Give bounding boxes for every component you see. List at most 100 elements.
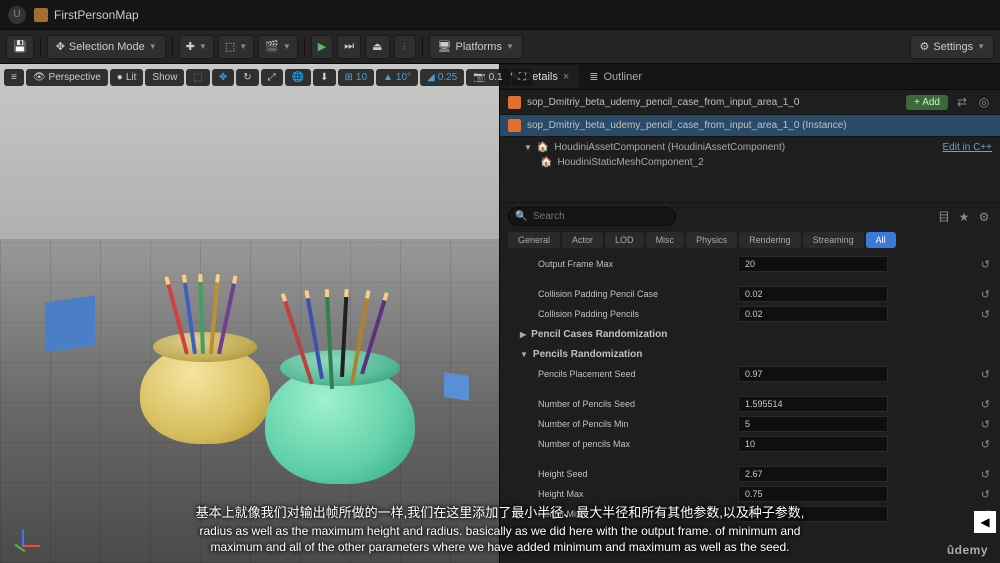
details-panel: ✎ Details × ≣ Outliner sop_Dmitriy_beta_… <box>500 64 1000 563</box>
browse-icon[interactable]: ⇄ <box>954 94 970 110</box>
ue-logo-icon: U <box>8 6 26 24</box>
video-control-icon[interactable]: ◀ <box>974 511 996 533</box>
search-input[interactable] <box>508 207 676 226</box>
chevron-down-icon: ▼ <box>977 42 985 51</box>
filter-physics[interactable]: Physics <box>686 232 737 248</box>
udemy-logo: ûdemy <box>947 543 988 557</box>
filter-lod[interactable]: LOD <box>605 232 644 248</box>
move-tool[interactable]: ✥ <box>212 69 234 86</box>
settings-gear-icon[interactable]: ⚙ <box>976 209 992 225</box>
prop-pencils-placement-seed: Pencils Placement Seed ↺ <box>508 364 996 384</box>
reset-icon[interactable]: ↺ <box>981 418 990 431</box>
search-row: 🔍 目 ★ ⚙ <box>500 203 1000 230</box>
search-icon: 🔍 <box>515 211 527 222</box>
viewport-maximize-button[interactable]: ⛶ <box>512 69 533 86</box>
num-pencils-min-input[interactable] <box>738 416 888 432</box>
chevron-down-icon: ▼ <box>149 42 157 51</box>
selection-mode-button[interactable]: ✥ Selection Mode ▼ <box>47 35 166 59</box>
reset-icon[interactable]: ↺ <box>981 288 990 301</box>
stop-button[interactable]: ⏏ <box>365 35 389 59</box>
reset-icon[interactable]: ↺ <box>981 308 990 321</box>
expand-icon[interactable]: ▼ <box>520 350 528 359</box>
category-pencil-cases[interactable]: ▶Pencil Cases Randomization <box>508 324 996 344</box>
num-pencils-max-input[interactable] <box>738 436 888 452</box>
pencils-placement-seed-input[interactable] <box>738 366 888 382</box>
scene-vase-green <box>265 364 415 484</box>
main-toolbar: 💾 ✥ Selection Mode ▼ ✚▼ ⬚▼ 🎬▼ ▶ ⏭ ⏏ ⋮ 🖥 … <box>0 30 1000 64</box>
subtitle-cn: 基本上就像我们对输出帧所做的一样,我们在这里添加了最小半径、最大半径和所有其他参… <box>60 502 940 521</box>
viewport-menu-button[interactable]: ≡ <box>4 69 24 86</box>
filter-streaming[interactable]: Streaming <box>803 232 864 248</box>
marketplace-button[interactable]: ⬚▼ <box>218 35 254 59</box>
save-button[interactable]: 💾 <box>6 35 34 59</box>
reset-icon[interactable]: ↺ <box>981 468 990 481</box>
tab-outliner[interactable]: ≣ Outliner <box>579 65 652 88</box>
collapse-icon[interactable]: ▶ <box>520 330 526 339</box>
filter-misc[interactable]: Misc <box>646 232 685 248</box>
panel-tabs: ✎ Details × ≣ Outliner <box>500 64 1000 90</box>
platforms-button[interactable]: 🖥 Platforms ▼ <box>429 35 523 59</box>
favorite-icon[interactable]: ★ <box>956 209 972 225</box>
component-root[interactable]: ▼ 🏠 HoudiniAssetComponent (HoudiniAssetC… <box>524 140 992 155</box>
filter-rendering[interactable]: Rendering <box>739 232 801 248</box>
subtitles: 基本上就像我们对输出帧所做的一样,我们在这里添加了最小半径、最大半径和所有其他参… <box>0 502 1000 555</box>
coord-space[interactable]: 🌐 <box>285 69 311 86</box>
play-button[interactable]: ▶ <box>311 35 333 59</box>
camera-speed-button[interactable]: 📷 0.1 <box>466 69 509 86</box>
rotate-tool[interactable]: ↻ <box>236 69 258 86</box>
select-tool[interactable]: ⬚ <box>186 69 209 86</box>
filter-actor[interactable]: Actor <box>562 232 603 248</box>
map-tab[interactable]: FirstPersonMap <box>34 8 139 22</box>
asset-header-row[interactable]: sop_Dmitriy_beta_udemy_pencil_case_from_… <box>500 90 1000 115</box>
add-content-button[interactable]: ✚▼ <box>179 35 214 59</box>
subtitle-en-1: radius as well as the maximum height and… <box>60 523 940 539</box>
cursor-icon: ✥ <box>56 40 65 53</box>
instance-name: sop_Dmitriy_beta_udemy_pencil_case_from_… <box>527 120 847 131</box>
platforms-icon: 🖥 <box>438 40 452 53</box>
collision-padding-case-input[interactable] <box>738 286 888 302</box>
map-name: FirstPersonMap <box>54 8 139 22</box>
viewport[interactable]: ≡ 👁 Perspective ● Lit Show ⬚ ✥ ↻ ⤢ 🌐 ⬇ ⊞… <box>0 64 500 563</box>
play-options-button[interactable]: ⋮ <box>394 35 416 59</box>
close-icon[interactable]: × <box>563 71 569 83</box>
main-area: ≡ 👁 Perspective ● Lit Show ⬚ ✥ ↻ ⤢ 🌐 ⬇ ⊞… <box>0 64 1000 563</box>
reset-icon[interactable]: ↺ <box>981 398 990 411</box>
height-max-input[interactable] <box>738 486 888 502</box>
filter-general[interactable]: General <box>508 232 560 248</box>
expand-icon[interactable]: ▼ <box>524 143 532 152</box>
prop-output-frame-max: Output Frame Max ↺ <box>508 254 996 274</box>
edit-cpp-link[interactable]: Edit in C++ <box>943 142 992 153</box>
show-button[interactable]: Show <box>145 69 184 86</box>
viewport-scene <box>0 64 499 563</box>
reset-icon[interactable]: ↺ <box>981 368 990 381</box>
reset-icon[interactable]: ↺ <box>981 258 990 271</box>
mesh-component-icon: 🏠 <box>540 157 552 168</box>
instance-row[interactable]: sop_Dmitriy_beta_udemy_pencil_case_from_… <box>500 115 1000 137</box>
grid-snap-button[interactable]: ⊞ 10 <box>338 69 375 86</box>
locate-icon[interactable]: ◎ <box>976 94 992 110</box>
num-pencils-seed-input[interactable] <box>738 396 888 412</box>
filter-all[interactable]: All <box>866 232 896 248</box>
lit-button[interactable]: ● Lit <box>110 69 144 86</box>
scene-cube <box>444 372 469 401</box>
collision-padding-pencils-input[interactable] <box>738 306 888 322</box>
add-component-button[interactable]: + Add <box>906 95 948 110</box>
separator <box>172 37 173 57</box>
cinematics-button[interactable]: 🎬▼ <box>258 35 298 59</box>
component-child[interactable]: 🏠 HoudiniStaticMeshComponent_2 <box>524 155 992 170</box>
pause-button[interactable]: ⏭ <box>337 35 361 59</box>
surface-snap[interactable]: ⬇ <box>313 69 335 86</box>
scale-snap-button[interactable]: ◢ 0.25 <box>420 69 464 86</box>
perspective-button[interactable]: 👁 Perspective <box>26 69 108 86</box>
category-pencils[interactable]: ▼Pencils Randomization <box>508 344 996 364</box>
filter-icon[interactable]: 目 <box>936 209 952 225</box>
angle-snap-button[interactable]: ▲ 10° <box>376 69 418 86</box>
reset-icon[interactable]: ↺ <box>981 438 990 451</box>
chevron-down-icon: ▼ <box>506 42 514 51</box>
prop-num-pencils-seed: Number of Pencils Seed ↺ <box>508 394 996 414</box>
output-frame-max-input[interactable] <box>738 256 888 272</box>
scale-tool[interactable]: ⤢ <box>261 69 283 86</box>
height-seed-input[interactable] <box>738 466 888 482</box>
settings-button[interactable]: ⚙ Settings ▼ <box>910 35 994 59</box>
reset-icon[interactable]: ↺ <box>981 488 990 501</box>
